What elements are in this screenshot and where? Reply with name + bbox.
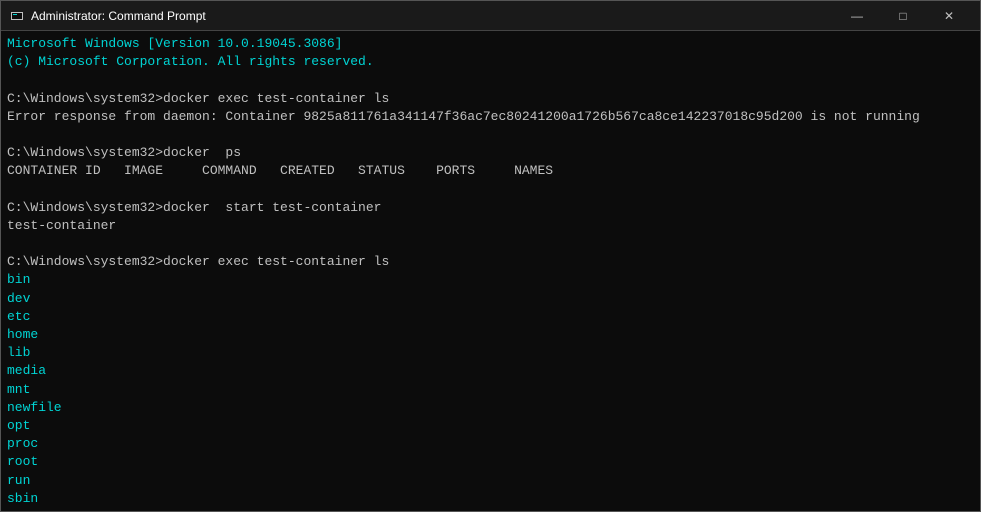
terminal-line: Error response from daemon: Container 98…: [7, 108, 974, 126]
terminal-output[interactable]: Microsoft Windows [Version 10.0.19045.30…: [1, 31, 980, 511]
maximize-button[interactable]: □: [880, 1, 926, 31]
terminal-line: (c) Microsoft Corporation. All rights re…: [7, 53, 974, 71]
terminal-line: sbin: [7, 490, 974, 508]
terminal-line: dev: [7, 290, 974, 308]
terminal-line: [7, 181, 974, 199]
terminal-line: [7, 235, 974, 253]
titlebar: Administrator: Command Prompt — □ ✕: [1, 1, 980, 31]
terminal-line: bin: [7, 271, 974, 289]
terminal-line: CONTAINER ID IMAGE COMMAND CREATED STATU…: [7, 162, 974, 180]
terminal-line: newfile: [7, 399, 974, 417]
window-controls: — □ ✕: [834, 1, 972, 31]
terminal-line: media: [7, 362, 974, 380]
terminal-line: mnt: [7, 381, 974, 399]
terminal-line: C:\Windows\system32>docker start test-co…: [7, 199, 974, 217]
minimize-button[interactable]: —: [834, 1, 880, 31]
terminal-line: root: [7, 453, 974, 471]
terminal-line: srv: [7, 508, 974, 511]
terminal-line: etc: [7, 308, 974, 326]
close-button[interactable]: ✕: [926, 1, 972, 31]
terminal-line: [7, 71, 974, 89]
terminal-line: run: [7, 472, 974, 490]
terminal-line: Microsoft Windows [Version 10.0.19045.30…: [7, 35, 974, 53]
window-icon: [9, 8, 25, 24]
window-title: Administrator: Command Prompt: [31, 9, 834, 23]
terminal-line: C:\Windows\system32>docker ps: [7, 144, 974, 162]
terminal-line: C:\Windows\system32>docker exec test-con…: [7, 253, 974, 271]
terminal-line: test-container: [7, 217, 974, 235]
cmd-window: Administrator: Command Prompt — □ ✕ Micr…: [0, 0, 981, 512]
terminal-line: [7, 126, 974, 144]
terminal-line: home: [7, 326, 974, 344]
terminal-line: lib: [7, 344, 974, 362]
terminal-line: proc: [7, 435, 974, 453]
terminal-line: C:\Windows\system32>docker exec test-con…: [7, 90, 974, 108]
terminal-line: opt: [7, 417, 974, 435]
